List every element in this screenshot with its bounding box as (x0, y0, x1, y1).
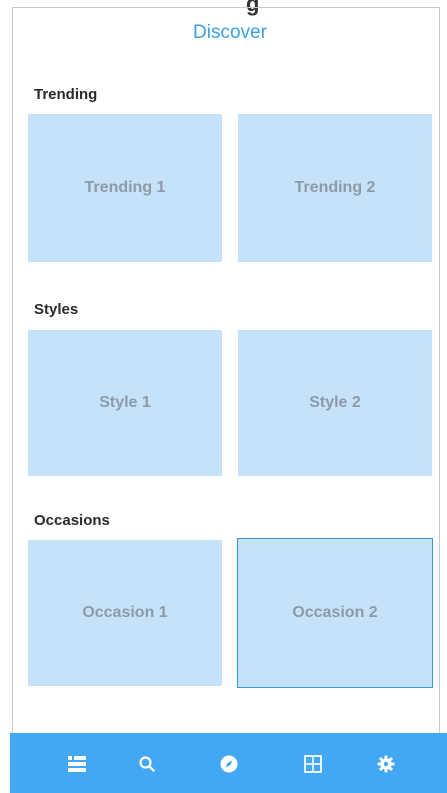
gear-icon (377, 755, 395, 773)
discover-screen: g Discover Trending Trending 1 Trending … (0, 0, 447, 793)
compass-icon (220, 755, 238, 773)
tab-discover[interactable] (218, 753, 240, 775)
occasion-card-2[interactable]: Occasion 2 (237, 538, 433, 688)
search-icon (139, 756, 155, 772)
cropped-title-fragment: g (246, 0, 260, 16)
trending-card-1[interactable]: Trending 1 (28, 114, 222, 262)
card-label: Style 2 (309, 394, 361, 411)
card-label: Trending 2 (294, 179, 376, 196)
card-label: Occasion 2 (292, 604, 378, 621)
frame-border-left (12, 7, 13, 735)
card-label: Occasion 1 (82, 604, 168, 621)
tab-search[interactable] (136, 753, 158, 775)
tab-list[interactable] (66, 753, 88, 775)
bottom-tab-bar (10, 733, 447, 793)
occasion-card-1[interactable]: Occasion 1 (28, 540, 222, 686)
tab-settings[interactable] (375, 753, 397, 775)
top-cropped-area: g (0, 0, 447, 16)
trending-card-2[interactable]: Trending 2 (238, 114, 432, 262)
card-label: Trending 1 (84, 179, 166, 196)
tab-grid[interactable] (302, 753, 324, 775)
section-title-occasions: Occasions (34, 512, 110, 529)
section-title-trending: Trending (34, 86, 98, 103)
page-title: Discover (193, 22, 267, 43)
card-label: Style 1 (99, 394, 151, 411)
frame-border-right (439, 7, 440, 735)
list-icon (68, 756, 86, 772)
frame-border-top (12, 7, 440, 8)
section-title-styles: Styles (34, 301, 79, 318)
style-card-2[interactable]: Style 2 (238, 330, 432, 476)
style-card-1[interactable]: Style 1 (28, 330, 222, 476)
grid-icon (304, 755, 322, 773)
